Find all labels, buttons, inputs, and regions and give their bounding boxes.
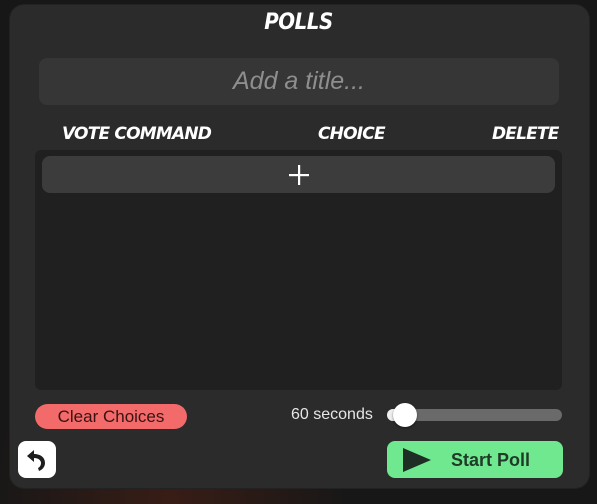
undo-arrow-icon — [27, 449, 45, 471]
back-button[interactable] — [18, 441, 56, 478]
column-header-delete: DELETE — [492, 124, 559, 144]
add-choice-button[interactable] — [42, 156, 555, 193]
duration-label: 60 seconds — [291, 406, 373, 423]
start-poll-label: Start Poll — [451, 450, 531, 470]
play-icon — [403, 448, 431, 472]
column-header-vote-command: VOTE COMMAND — [62, 124, 212, 144]
panel-title: POLLS — [264, 10, 333, 35]
clear-choices-button[interactable]: Clear Choices — [35, 404, 187, 429]
column-header-choice: CHOICE — [318, 124, 386, 144]
start-poll-button[interactable]: Start Poll — [387, 441, 563, 478]
poll-title-input[interactable] — [39, 58, 559, 105]
duration-slider-thumb[interactable] — [393, 403, 417, 427]
duration-slider[interactable] — [387, 403, 562, 427]
plus-icon — [288, 164, 309, 185]
